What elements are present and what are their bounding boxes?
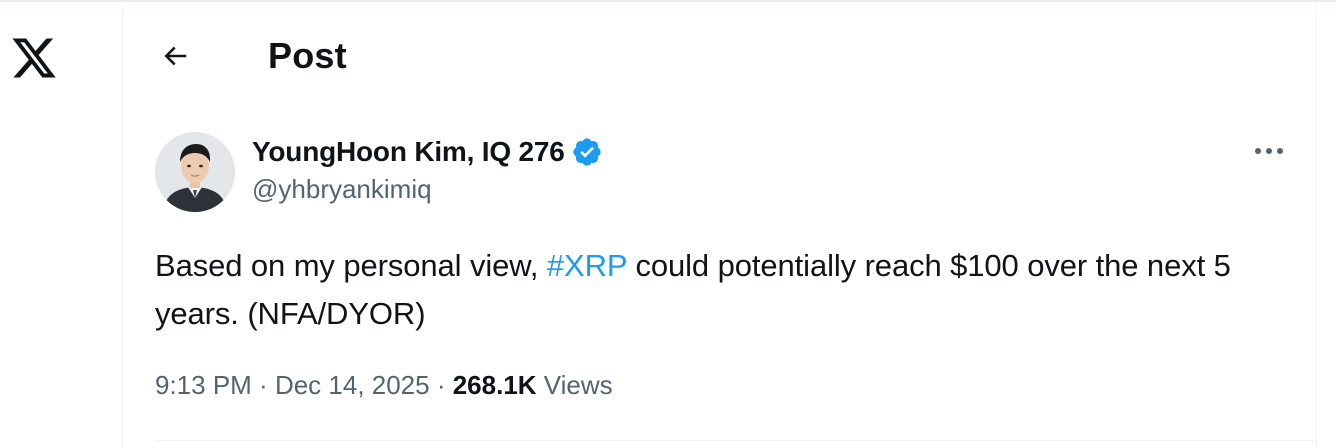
post-text: Based on my personal view, #XRP could po… xyxy=(155,242,1295,338)
post-detail: YoungHoon Kim, IQ 276 @yhbryankimiq Base… xyxy=(123,106,1316,448)
views-count: 268.1K xyxy=(452,370,537,400)
back-button[interactable] xyxy=(155,36,195,76)
meta-separator: · xyxy=(251,370,275,400)
post-text-part: Based on my personal view, xyxy=(155,248,547,283)
post-date[interactable]: Dec 14, 2025 xyxy=(275,370,430,400)
author-handle[interactable]: @yhbryankimiq xyxy=(252,172,603,206)
arrow-left-icon xyxy=(164,46,187,66)
more-options-button[interactable] xyxy=(1251,136,1287,166)
verified-badge-icon[interactable] xyxy=(571,136,603,168)
left-navigation-rail xyxy=(0,0,122,448)
post-header: Post xyxy=(123,2,1316,106)
post-divider xyxy=(155,440,1316,441)
post-metadata: 9:13 PM · Dec 14, 2025 · 268.1K Views xyxy=(155,368,613,402)
views-label: Views xyxy=(536,370,613,400)
author-display-name[interactable]: YoungHoon Kim, IQ 276 xyxy=(252,134,565,170)
x-logo-icon[interactable] xyxy=(9,34,59,82)
page-title: Post xyxy=(268,35,347,76)
author-avatar-image xyxy=(155,132,235,212)
column-divider-right xyxy=(1316,0,1317,448)
hashtag-link[interactable]: #XRP xyxy=(547,248,627,283)
more-horizontal-icon xyxy=(1255,148,1283,154)
author-block: YoungHoon Kim, IQ 276 @yhbryankimiq xyxy=(252,134,603,206)
display-name-row: YoungHoon Kim, IQ 276 xyxy=(252,134,603,170)
page: Post YoungHoon Kim, IQ 276 @yhbryankimiq… xyxy=(0,0,1336,448)
meta-separator: · xyxy=(429,370,453,400)
avatar[interactable] xyxy=(155,132,235,212)
post-time[interactable]: 9:13 PM xyxy=(155,370,252,400)
